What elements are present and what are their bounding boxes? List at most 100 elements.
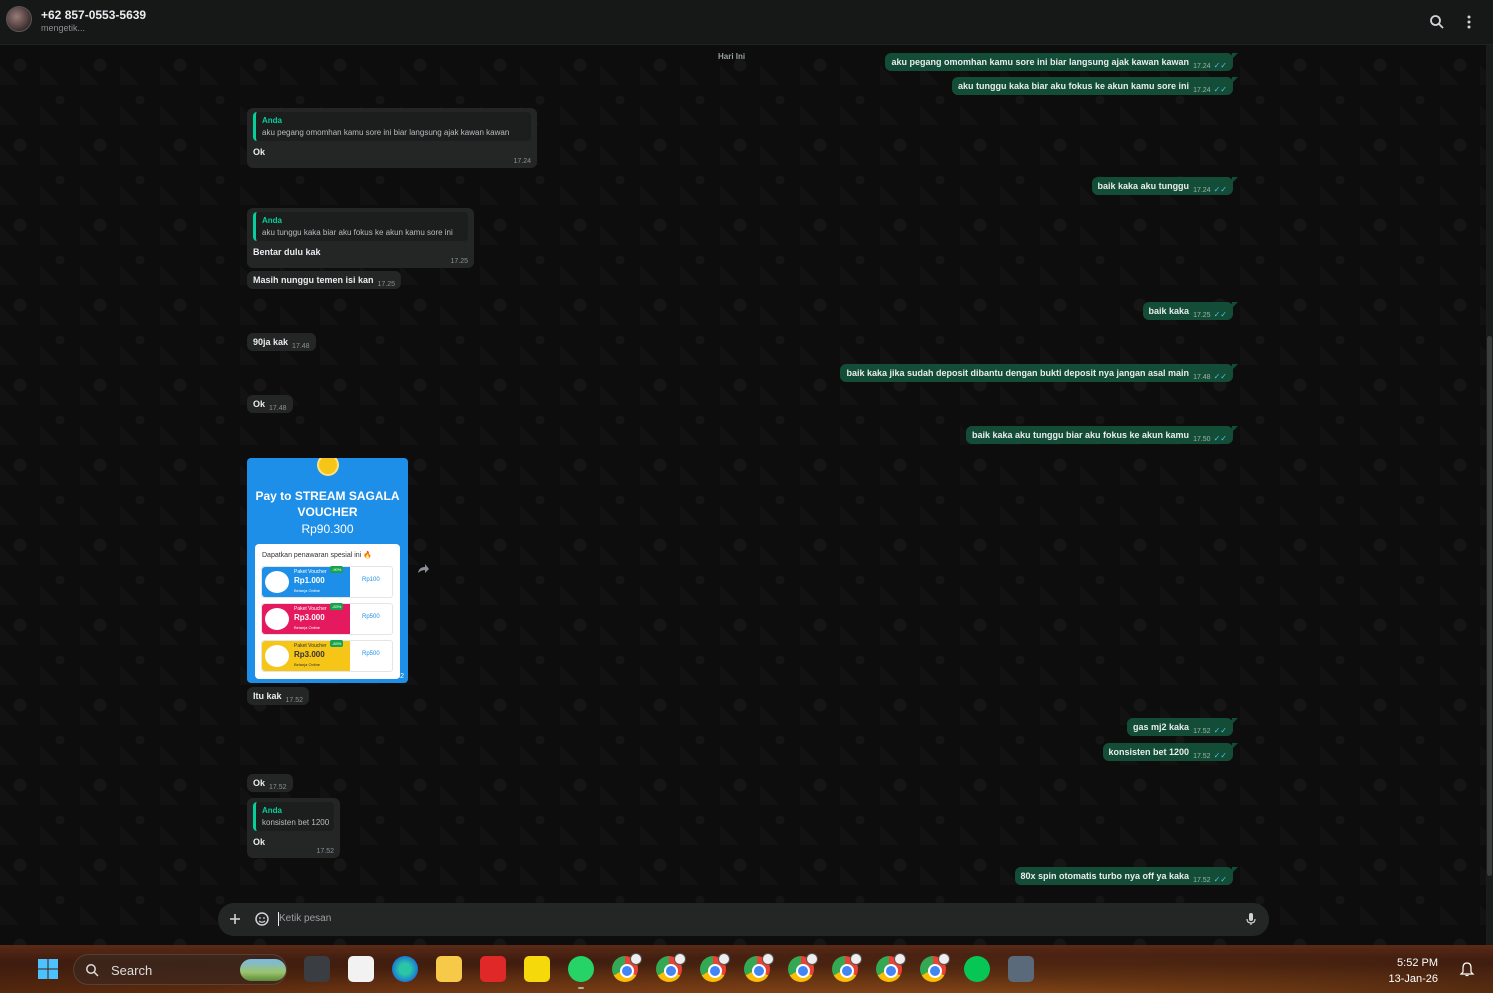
message-outgoing[interactable]: baik kaka aku tunggu biar aku fokus ke a…: [965, 426, 1239, 444]
forward-icon[interactable]: [416, 563, 430, 575]
contact-status: mengetik...: [41, 23, 86, 33]
message-outgoing[interactable]: gas mj2 kaka 17.52 ✓✓: [1127, 718, 1238, 736]
notification-bell-icon[interactable]: [1459, 961, 1475, 977]
active-app-indicator: [578, 987, 584, 989]
message-outgoing[interactable]: 80x spin otomatis turbo nya off ya kaka 1…: [1014, 867, 1238, 885]
taskbar-clock[interactable]: 5:52 PM 13-Jan-26: [1388, 955, 1438, 987]
voucher-ticket: Paket Voucher Rp1.000 Belanja Online -90…: [262, 566, 350, 597]
quoted-message[interactable]: Anda aku pegang omomhan kamu sore ini bi…: [253, 112, 531, 141]
message-input[interactable]: Ketik pesan: [279, 913, 331, 924]
message-time: 17.52: [386, 673, 404, 680]
message-time: 17.24: [513, 158, 531, 165]
scrollbar-thumb[interactable]: [1487, 336, 1492, 876]
chat-header: +62 857-0553-5639 mengetik...: [0, 0, 1493, 45]
quoted-message[interactable]: Anda konsisten bet 1200: [253, 802, 334, 831]
app-icon[interactable]: [1008, 956, 1034, 982]
payment-title: Pay to STREAM SAGALA VOUCHER: [255, 489, 400, 519]
quote-text: aku pegang omomhan kamu sore ini biar la…: [262, 128, 510, 137]
discount-badge: -90%: [330, 566, 344, 573]
profile-badge-icon: [762, 953, 774, 965]
message-text: aku pegang omomhan kamu sore ini biar la…: [891, 57, 1190, 67]
message-composer[interactable]: Ketik pesan: [218, 903, 1269, 936]
read-ticks-icon: ✓✓: [1213, 751, 1227, 760]
message-incoming[interactable]: Ok 17.48: [247, 395, 293, 413]
message-incoming-reply[interactable]: Anda aku tunggu kaka biar aku fokus ke a…: [247, 208, 474, 268]
message-time: 17.24: [1193, 187, 1211, 194]
whatsapp-icon[interactable]: [568, 956, 594, 982]
message-text: Masih nunggu temen isi kan: [253, 275, 374, 285]
message-text: Ok: [253, 837, 266, 847]
message-text: baik kaka aku tunggu: [1097, 181, 1190, 191]
message-time: 17.52: [1193, 753, 1211, 760]
message-text: konsisten bet 1200: [1108, 747, 1190, 757]
message-outgoing[interactable]: aku pegang omomhan kamu sore ini biar la…: [885, 53, 1238, 71]
voucher-logo-icon: [265, 608, 289, 630]
notepad-icon[interactable]: [348, 956, 374, 982]
message-outgoing[interactable]: baik kaka aku tunggu 17.24 ✓✓: [1091, 177, 1239, 195]
message-time: 17.52: [1193, 877, 1211, 884]
message-outgoing[interactable]: aku tunggu kaka biar aku fokus ke akun k…: [951, 77, 1239, 95]
attach-plus-icon[interactable]: [227, 911, 243, 927]
taskbar-search[interactable]: Search: [73, 954, 287, 985]
edge-icon[interactable]: [392, 956, 418, 982]
contact-name[interactable]: +62 857-0553-5639: [41, 8, 146, 22]
message-time: 17.52: [316, 848, 334, 855]
voucher-sub: Belanja Online: [294, 588, 321, 593]
message-incoming-reply[interactable]: Anda konsisten bet 1200 Ok 17.52: [247, 798, 340, 858]
task-view-icon[interactable]: [304, 956, 330, 982]
date-chip: Hari Ini: [718, 52, 746, 61]
search-icon[interactable]: [1428, 13, 1446, 31]
quote-author: Anda: [262, 116, 282, 125]
message-outgoing[interactable]: baik kaka 17.25 ✓✓: [1142, 302, 1239, 320]
avatar[interactable]: [6, 6, 32, 32]
message-time: 17.52: [1193, 728, 1211, 735]
profile-badge-icon: [850, 953, 862, 965]
message-time: 17.52: [285, 697, 304, 704]
message-outgoing[interactable]: baik kaka jika sudah deposit dibantu den…: [840, 364, 1238, 382]
wps-office-icon[interactable]: [480, 956, 506, 982]
message-text: 80x spin otomatis turbo nya off ya kaka: [1020, 871, 1190, 881]
message-time: 17.52: [269, 784, 287, 791]
sticky-notes-icon[interactable]: [524, 956, 550, 982]
message-incoming[interactable]: Masih nunggu temen isi kan 17.25: [247, 271, 402, 289]
read-ticks-icon: ✓✓: [1213, 61, 1227, 70]
microphone-icon[interactable]: [1243, 911, 1259, 927]
message-text: Ok: [253, 399, 266, 409]
message-incoming-reply[interactable]: Anda aku pegang omomhan kamu sore ini bi…: [247, 108, 537, 168]
quoted-message[interactable]: Anda aku tunggu kaka biar aku fokus ke a…: [253, 212, 468, 241]
message-text: gas mj2 kaka: [1133, 722, 1190, 732]
message-time: 17.25: [1193, 312, 1211, 319]
search-label: Search: [111, 963, 153, 978]
message-text: baik kaka jika sudah deposit dibantu den…: [846, 368, 1190, 378]
discount-badge: -83%: [330, 640, 344, 647]
file-explorer-icon[interactable]: [436, 956, 462, 982]
message-incoming[interactable]: Ok 17.52: [247, 774, 293, 792]
menu-dots-icon[interactable]: [1460, 13, 1478, 31]
message-incoming[interactable]: 90ja kak 17.48: [247, 333, 316, 351]
windows-start-icon[interactable]: [37, 958, 59, 980]
voucher-price: Rp3.000: [294, 650, 325, 659]
message-outgoing[interactable]: konsisten bet 1200 17.52 ✓✓: [1102, 743, 1239, 761]
discount-badge: -83%: [330, 603, 344, 610]
message-time: 17.24: [1193, 87, 1211, 94]
search-icon: [86, 964, 99, 977]
read-ticks-icon: ✓✓: [1213, 726, 1227, 735]
message-text: Ok: [253, 778, 266, 788]
message-time: 17.24: [1193, 63, 1211, 70]
line-app-icon[interactable]: [964, 956, 990, 982]
search-highlight-image: [240, 959, 286, 981]
chat-area[interactable]: [0, 45, 1486, 945]
voucher-label: Paket Voucher: [294, 569, 327, 575]
offer-panel: Dapatkan penawaran spesial ini 🔥 Paket V…: [255, 544, 400, 679]
message-time: 17.48: [1193, 374, 1211, 381]
message-text: baik kaka: [1148, 306, 1190, 316]
read-ticks-icon: ✓✓: [1213, 310, 1227, 319]
emoji-sticker-icon[interactable]: [254, 911, 270, 927]
voucher-price: Rp3.000: [294, 613, 325, 622]
image-message[interactable]: Pay to STREAM SAGALA VOUCHER Rp90.300 Da…: [247, 458, 408, 683]
message-incoming[interactable]: Itu kak 17.52: [247, 687, 310, 705]
clock-date: 13-Jan-26: [1388, 973, 1438, 985]
message-text: 90ja kak: [253, 337, 289, 347]
voucher-sub: Belanja Online: [294, 662, 321, 667]
voucher-price: Rp1.000: [294, 576, 325, 585]
